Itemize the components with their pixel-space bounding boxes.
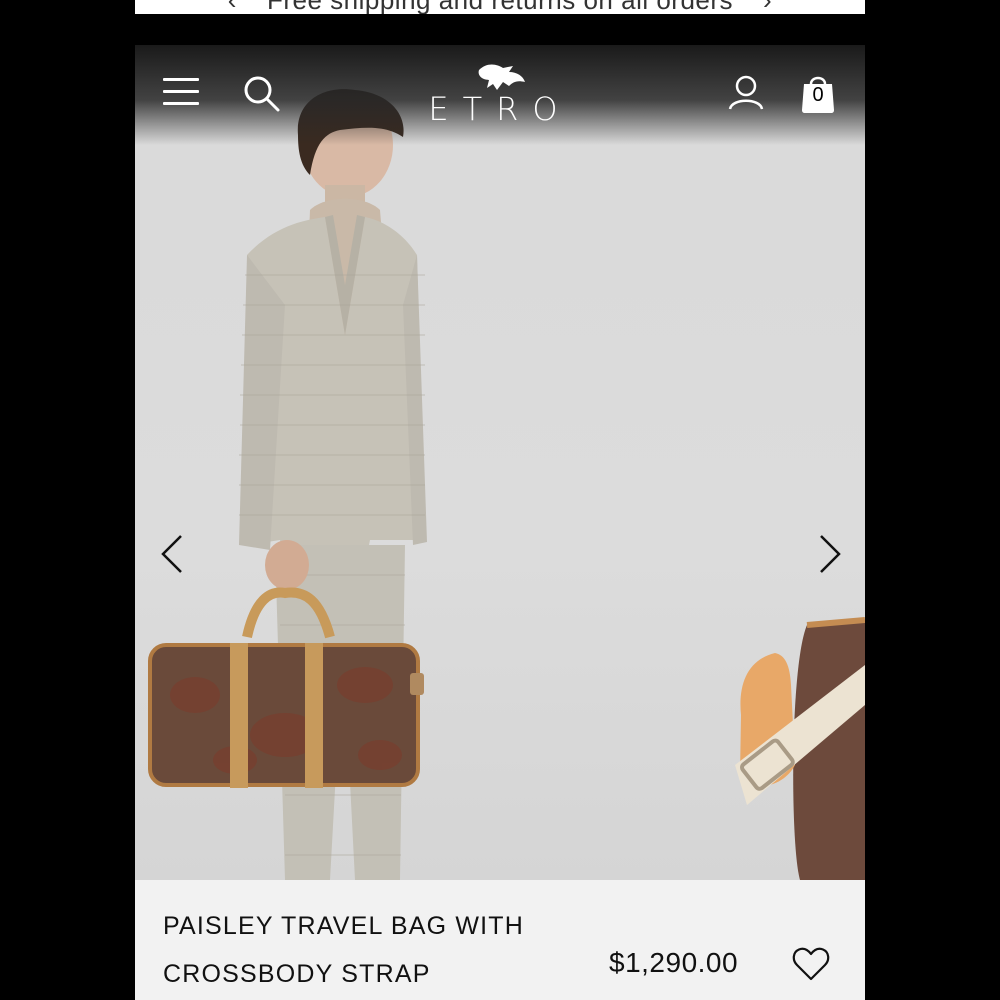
bag-count-badge: 0 [812, 84, 824, 106]
search-icon[interactable] [243, 75, 281, 113]
logo-text: ETRO [428, 90, 572, 128]
promo-banner[interactable]: ‹ Free shipping and returns on all order… [135, 0, 865, 14]
product-info-panel: PAISLEY TRAVEL BAG WITH CROSSBODY STRAP … [135, 880, 865, 1000]
product-photo [148, 89, 865, 880]
gallery-prev-button[interactable] [157, 532, 187, 576]
account-icon[interactable] [727, 74, 765, 112]
mobile-page: ‹ Free shipping and returns on all order… [135, 0, 865, 1000]
gallery-next-button[interactable] [815, 532, 845, 576]
chevron-right-icon [820, 535, 841, 573]
promo-next-icon[interactable]: › [763, 0, 772, 14]
product-name-line1: PAISLEY TRAVEL BAG WITH [163, 912, 525, 940]
wishlist-button[interactable] [792, 946, 830, 982]
product-name-line2: CROSSBODY STRAP [163, 960, 431, 988]
product-price: $1,290.00 [609, 947, 739, 978]
product-name[interactable]: PAISLEY TRAVEL BAG WITH CROSSBODY STRAP [163, 902, 563, 998]
hamburger-menu-icon[interactable] [163, 78, 199, 106]
promo-text: Free shipping and returns on all orders [267, 0, 733, 14]
shopping-bag-icon[interactable]: 0 [800, 72, 836, 114]
etro-logo[interactable]: ETRO [417, 60, 583, 128]
promo-prev-icon[interactable]: ‹ [228, 0, 237, 14]
chevron-left-icon [161, 535, 182, 573]
heart-outline-icon [792, 947, 830, 981]
product-image-gallery[interactable] [135, 45, 865, 880]
